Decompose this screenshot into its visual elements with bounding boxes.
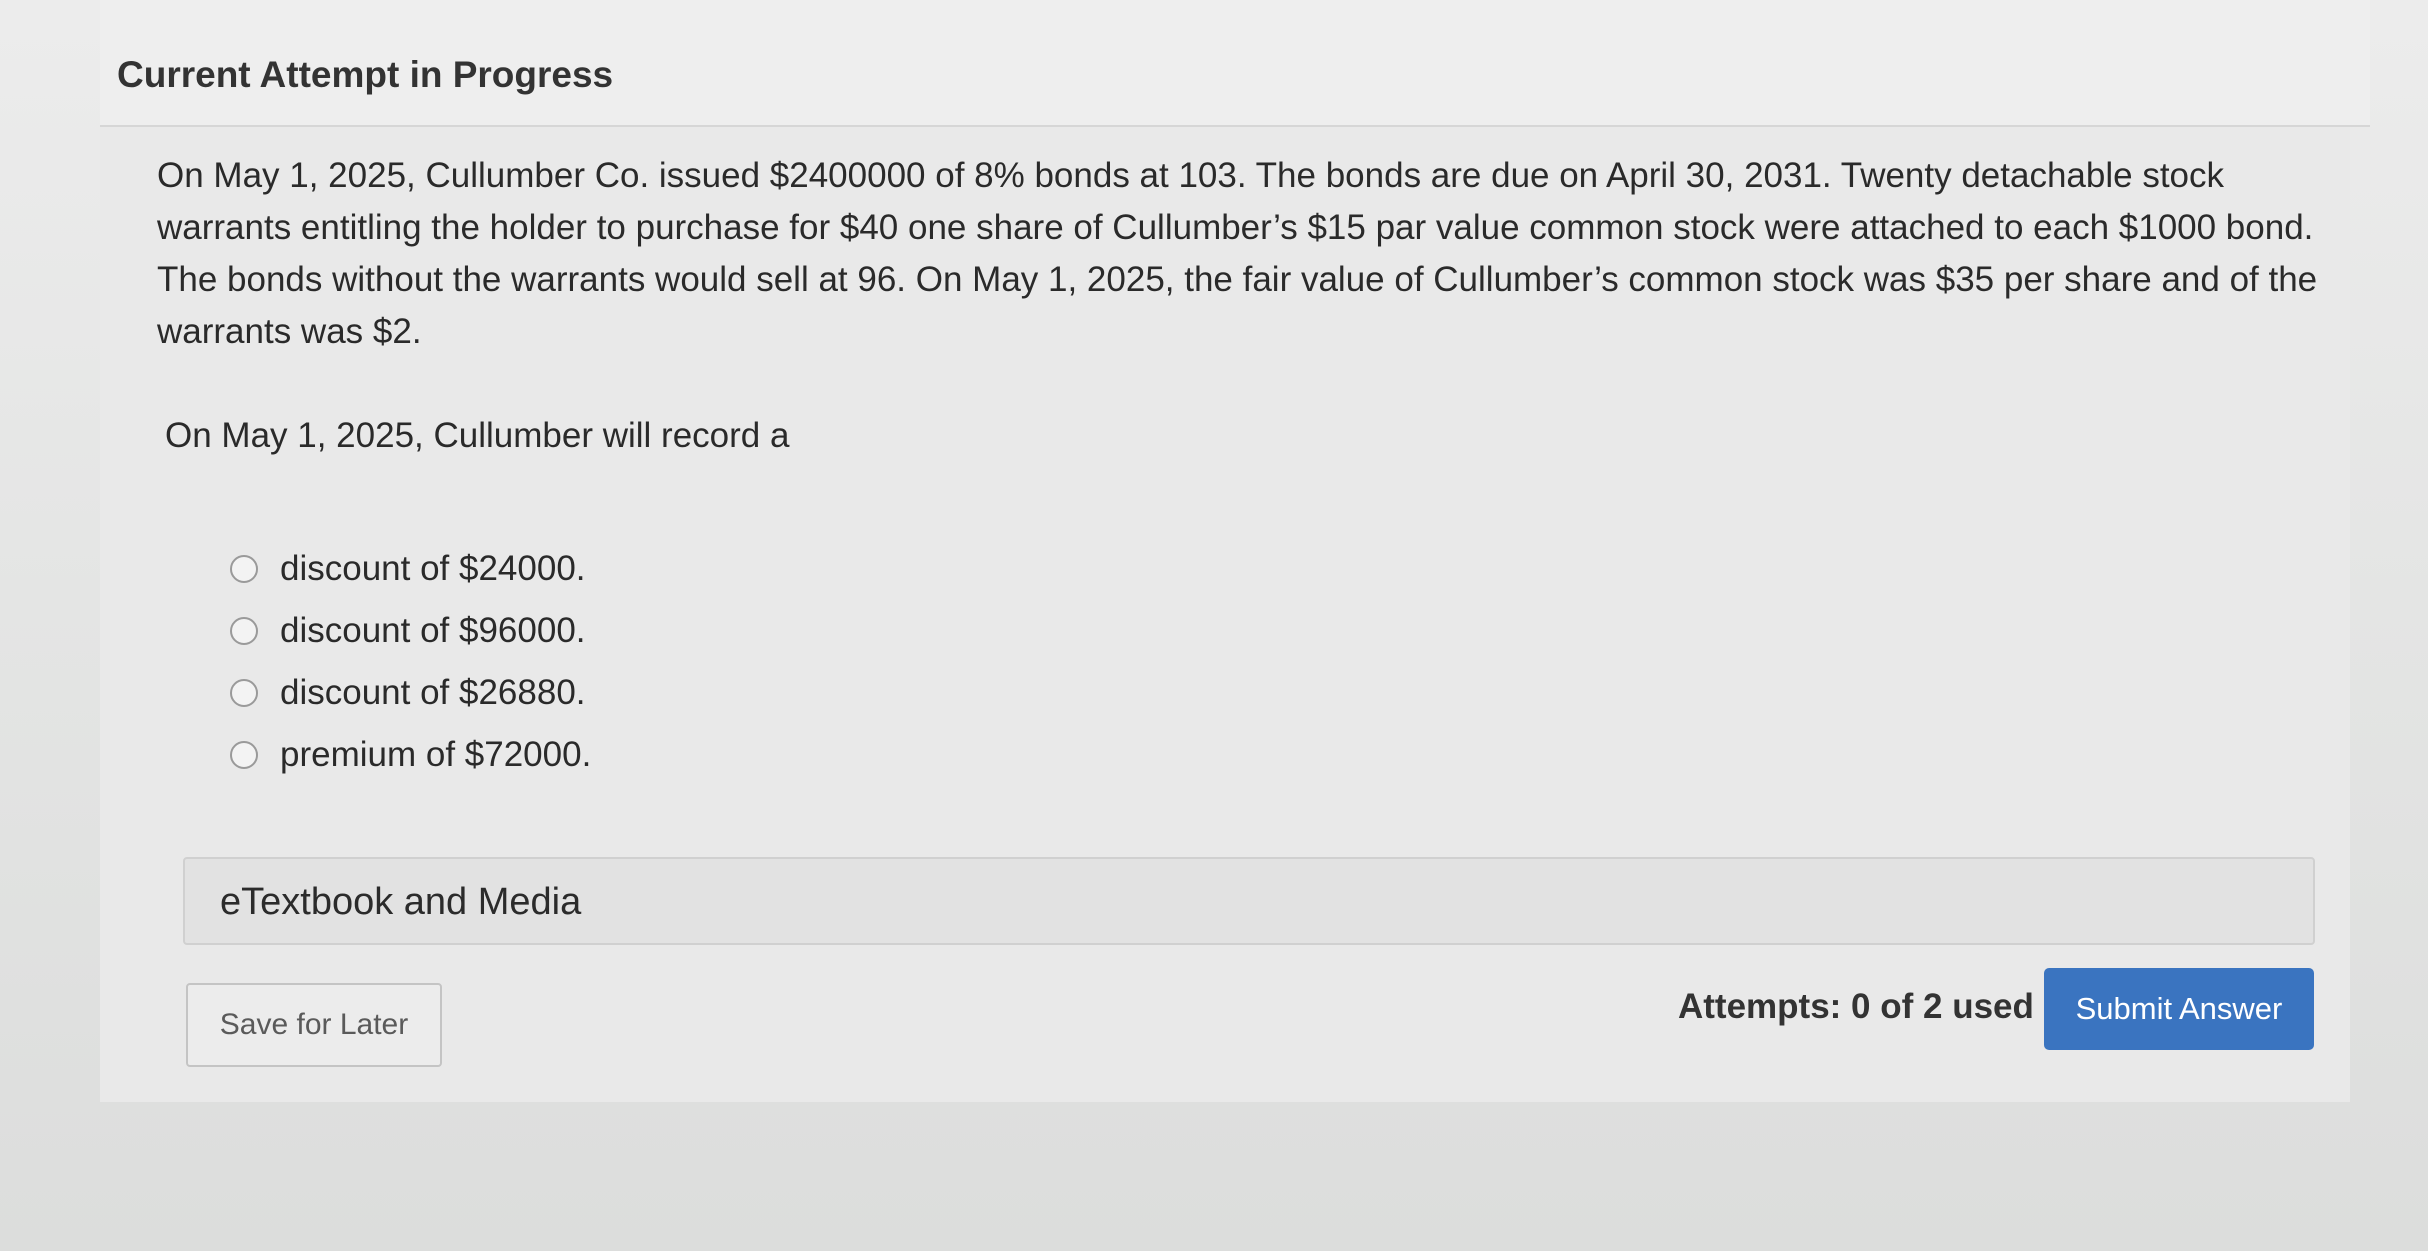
radio-button-icon[interactable] (230, 617, 258, 645)
etextbook-media-label: eTextbook and Media (220, 881, 582, 923)
answer-option-label: discount of $26880. (280, 673, 586, 712)
submit-answer-button[interactable]: Submit Answer (2044, 968, 2314, 1050)
question-prompt: On May 1, 2025, Cullumber will record a (165, 416, 790, 455)
answer-option-2[interactable]: discount of $96000. (230, 600, 591, 662)
section-title: Current Attempt in Progress (117, 54, 614, 95)
answer-options: discount of $24000. discount of $96000. … (230, 538, 591, 786)
answer-option-label: premium of $72000. (280, 735, 592, 774)
attempts-counter: Attempts: 0 of 2 used (1678, 987, 2034, 1026)
answer-option-4[interactable]: premium of $72000. (230, 724, 591, 786)
etextbook-media-panel[interactable]: eTextbook and Media (183, 857, 2315, 945)
radio-button-icon[interactable] (230, 555, 258, 583)
answer-option-1[interactable]: discount of $24000. (230, 538, 591, 600)
question-text: On May 1, 2025, Cullumber Co. issued $24… (157, 156, 2318, 351)
answer-option-3[interactable]: discount of $26880. (230, 662, 591, 724)
radio-button-icon[interactable] (230, 679, 258, 707)
save-for-later-button[interactable]: Save for Later (186, 983, 442, 1067)
answer-option-label: discount of $24000. (280, 549, 586, 588)
radio-button-icon[interactable] (230, 741, 258, 769)
answer-option-label: discount of $96000. (280, 611, 586, 650)
